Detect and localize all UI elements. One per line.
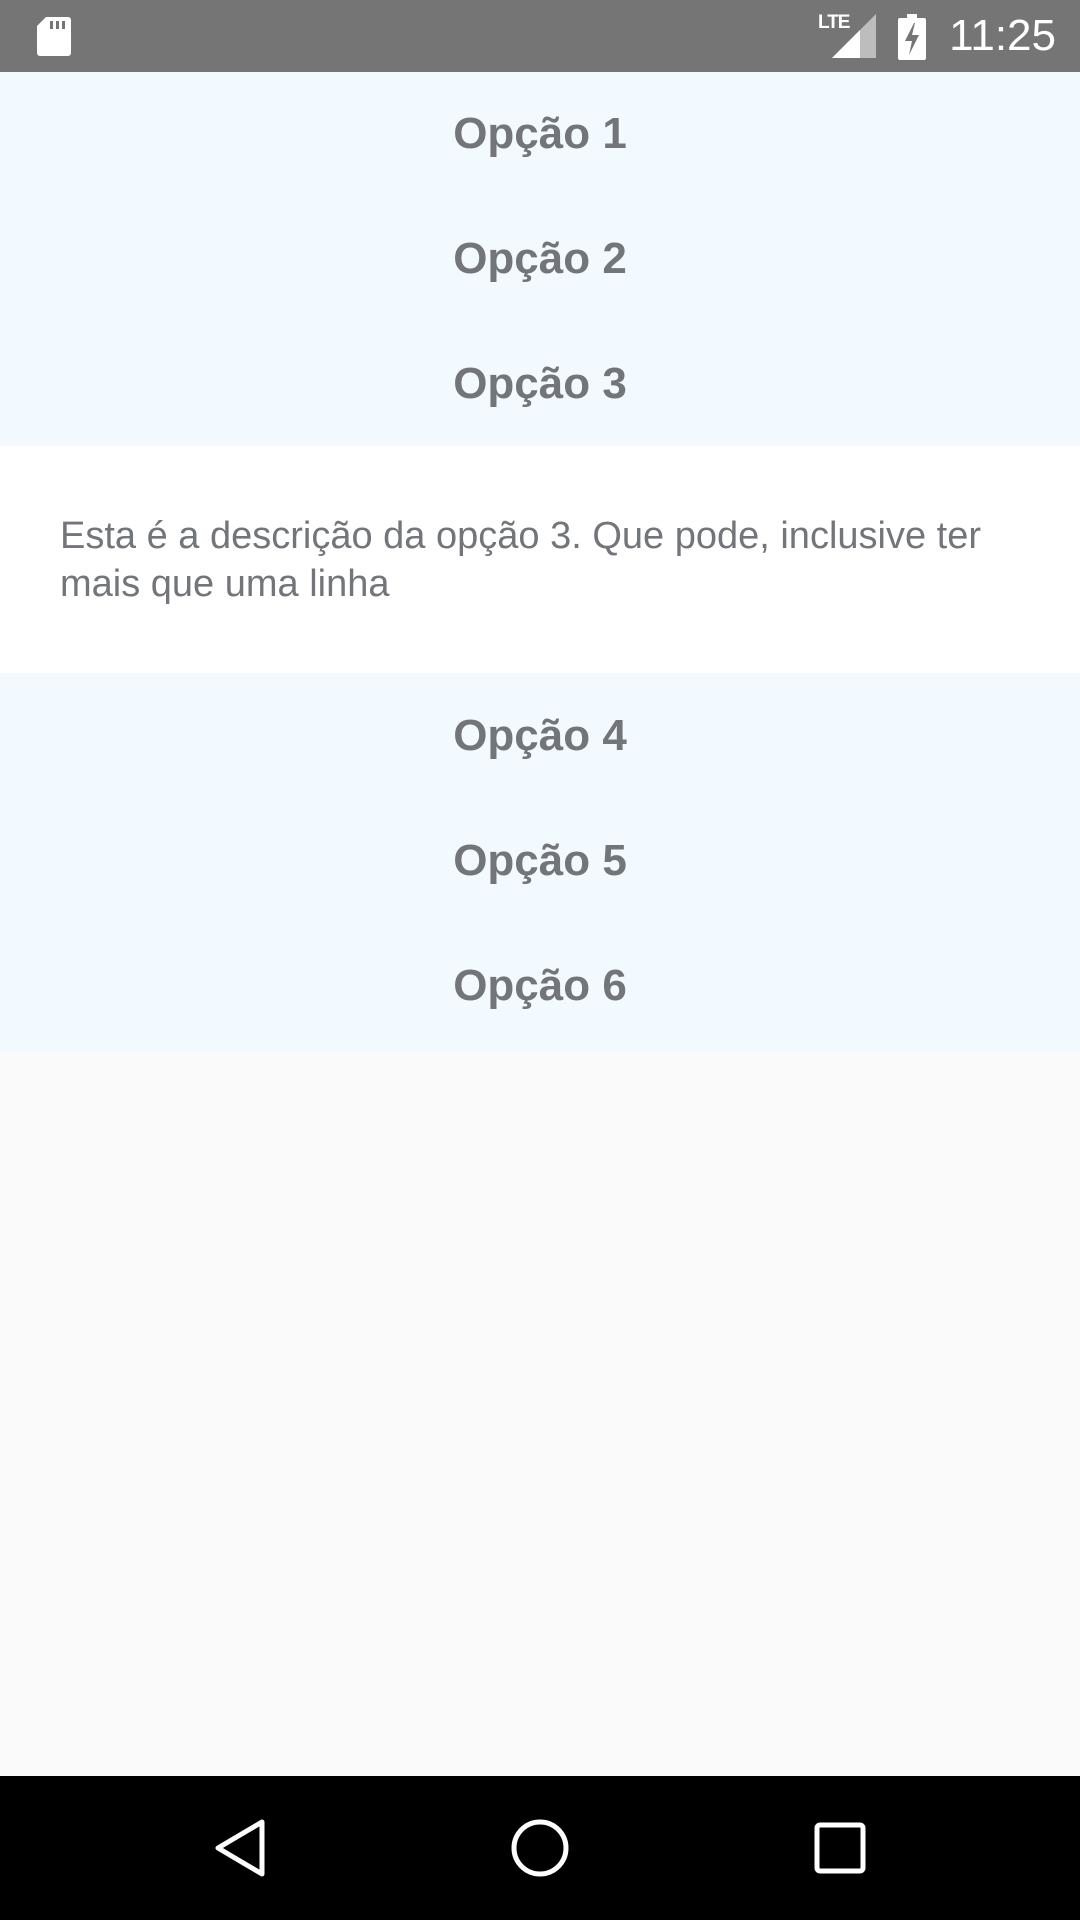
option-2[interactable]: Opção 2 — [0, 196, 1080, 321]
recent-apps-button[interactable] — [804, 1812, 876, 1884]
navigation-bar — [0, 1776, 1080, 1920]
recent-apps-icon — [814, 1822, 866, 1874]
clock: 11:25 — [949, 11, 1056, 60]
option-1[interactable]: Opção 1 — [0, 72, 1080, 196]
home-icon — [511, 1819, 569, 1877]
signal-icon: LTE — [818, 12, 876, 58]
options-list: Opção 1 Opção 2 Opção 3 Esta é a descriç… — [0, 72, 1080, 1053]
options-group-top: Opção 1 Opção 2 Opção 3 — [0, 72, 1080, 446]
option-4[interactable]: Opção 4 — [0, 673, 1080, 798]
option-6[interactable]: Opção 6 — [0, 923, 1080, 1048]
app-screen: LTE 11:25 Opção 1 Opção 2 Opção 3 Esta é… — [0, 0, 1080, 1920]
option-description-text: Esta é a descrição da opção 3. Que pode,… — [60, 515, 981, 605]
options-group-bottom: Opção 4 Opção 5 Opção 6 — [0, 673, 1080, 1053]
option-3[interactable]: Opção 3 — [0, 321, 1080, 446]
status-bar: LTE 11:25 — [0, 0, 1080, 72]
option-5[interactable]: Opção 5 — [0, 798, 1080, 923]
option-3-description-panel: Esta é a descrição da opção 3. Que pode,… — [0, 446, 1080, 673]
home-button[interactable] — [504, 1812, 576, 1884]
back-button[interactable] — [204, 1812, 276, 1884]
back-icon — [215, 1819, 265, 1877]
sd-card-icon — [37, 17, 71, 56]
battery-charging-icon — [898, 14, 926, 60]
